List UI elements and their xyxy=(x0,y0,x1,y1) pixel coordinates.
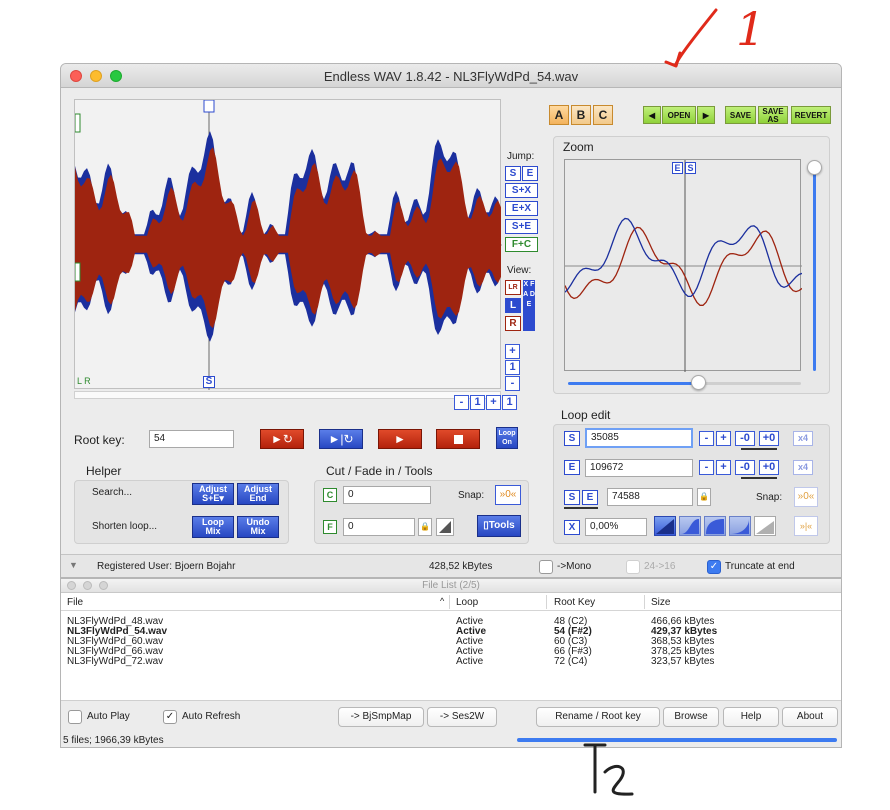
annotation-one: 1 xyxy=(736,2,766,56)
annotation-overlay xyxy=(583,8,718,796)
